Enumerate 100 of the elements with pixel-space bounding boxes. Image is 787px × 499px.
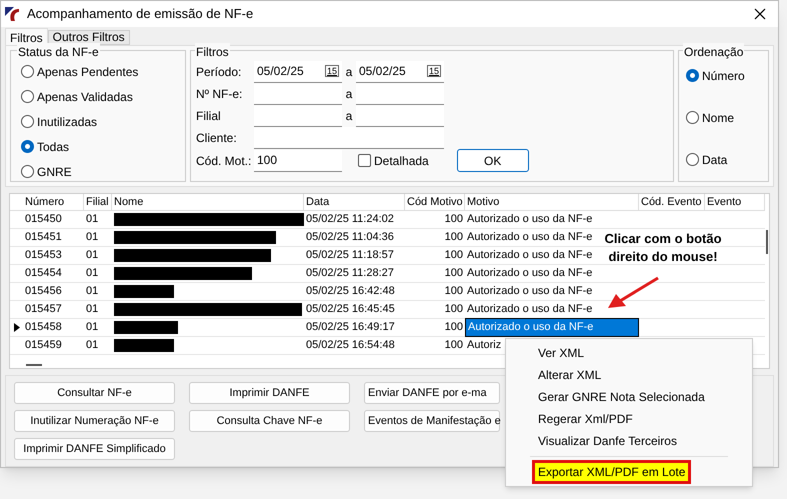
range-separator: a — [344, 86, 354, 103]
table-cell-text: 015453 — [24, 248, 63, 263]
radio-option[interactable]: Data — [686, 150, 768, 169]
table-cell-text: 01 — [85, 266, 100, 281]
calendar-icon[interactable]: 15 — [426, 65, 441, 78]
radio-option[interactable]: GNRE — [21, 162, 185, 181]
table-cell-text: 01 — [85, 320, 100, 335]
table-cell[interactable]: Autorizado o uso da NF-e — [465, 265, 594, 282]
table-cell-text: 05/02/25 16:42:48 — [305, 284, 396, 299]
table-cell-text: 05/02/25 11:04:36 — [305, 230, 395, 245]
action-button[interactable]: Imprimir DANFE — [189, 382, 350, 404]
action-button[interactable]: Inutilizar Numeração NF-e — [14, 410, 175, 432]
input-field[interactable]: 05/02/25 15 — [356, 60, 444, 83]
table-cell-text: 015456 — [24, 284, 63, 299]
menu-item[interactable]: Gerar GNRE Nota Selecionada — [538, 388, 705, 406]
table-cell-text: 100 — [444, 230, 464, 245]
table-cell-text: 100 — [444, 302, 464, 317]
table-cell-text: 01 — [85, 248, 100, 263]
input-field[interactable] — [356, 104, 444, 127]
menu-item[interactable]: Regerar Xml/PDF — [538, 410, 633, 428]
table-cell-text: 015459 — [24, 338, 63, 353]
table-cell[interactable]: Autorizado o uso da NF-e — [465, 318, 639, 336]
action-button[interactable]: Eventos de Manifestação e — [364, 410, 500, 432]
menu-item[interactable]: Exportar XML/PDF em Lote — [535, 463, 688, 481]
table-cell-text: 05/02/25 11:18:57 — [305, 248, 395, 263]
table-cell[interactable]: Autorizado o uso da NF-e — [465, 301, 594, 318]
table-cell-text: 015457 — [24, 302, 63, 317]
redaction-bar — [114, 284, 174, 298]
vertical-scrollbar-thumb[interactable] — [766, 230, 768, 254]
input-field[interactable]: 05/02/25 15 — [254, 60, 342, 83]
radio-option[interactable]: Nome — [686, 108, 768, 127]
table-cell[interactable]: Autorizado o uso da NF-e — [465, 211, 594, 228]
input-field[interactable] — [356, 82, 444, 105]
table-cell-text: 100 — [444, 284, 464, 299]
table-cell-text: 01 — [85, 302, 100, 317]
table-cell-text: 01 — [85, 212, 100, 227]
table-cell-text: 015458 — [24, 320, 63, 335]
field-label: Filial — [196, 108, 222, 125]
column-header[interactable]: Número — [23, 194, 84, 210]
action-button[interactable]: Imprimir DANFE Simplificado — [14, 438, 175, 460]
input-field[interactable] — [254, 126, 444, 149]
radio-option[interactable]: Apenas Pendentes — [21, 62, 185, 81]
window-title: Acompanhamento de emissão de NF-e — [27, 5, 254, 24]
table-cell-text: 015451 — [24, 230, 63, 245]
field-label: Nº NF-e: — [196, 86, 244, 103]
input-field[interactable] — [254, 82, 342, 105]
table-cell-text: 05/02/25 11:28:27 — [305, 266, 395, 281]
radio-option[interactable]: Apenas Validadas — [21, 88, 185, 106]
input-field[interactable]: 100 — [254, 150, 342, 172]
column-header[interactable]: Data — [304, 194, 405, 210]
table-cell-text: 015450 — [24, 212, 63, 227]
table-cell-text: 01 — [85, 338, 100, 353]
menu-item[interactable]: Alterar XML — [538, 366, 602, 384]
calendar-icon[interactable]: 15 — [324, 65, 339, 78]
tab[interactable]: Outros Filtros — [48, 30, 130, 45]
radio-option[interactable]: Número — [686, 66, 768, 85]
radio-option[interactable]: Inutilizadas — [21, 112, 185, 131]
table-cell-text: 01 — [85, 284, 100, 299]
table-cell[interactable]: Autorizado o uso da NF-e — [465, 247, 594, 264]
table-cell[interactable]: Autorizado o uso da NF-e — [465, 283, 594, 300]
column-header[interactable]: Cód Motivo — [405, 194, 465, 210]
table-cell-text: 05/02/25 16:45:45 — [305, 302, 396, 317]
table-cell-text: 05/02/25 16:49:17 — [305, 320, 396, 335]
menu-item[interactable]: Visualizar Danfe Terceiros — [538, 432, 677, 450]
table-cell-text: 05/02/25 11:24:02 — [305, 212, 395, 227]
arrow-icon — [606, 276, 660, 310]
table-cell-text: 015454 — [24, 266, 63, 281]
redaction-bar — [114, 320, 178, 334]
annotation-text: Clicar com o botão direito do mouse! — [603, 230, 723, 266]
column-header[interactable]: Nome — [112, 194, 304, 210]
table-cell[interactable]: Autoriz — [465, 337, 504, 354]
radio-option[interactable]: Todas — [21, 138, 185, 156]
action-button[interactable]: Consultar NF-e — [14, 382, 175, 404]
table-cell-text: 100 — [444, 266, 464, 281]
field-label: Período: — [196, 64, 242, 81]
range-separator: a — [344, 64, 354, 81]
action-button[interactable]: Consulta Chave NF-e — [189, 410, 350, 432]
column-header[interactable]: Evento — [705, 194, 765, 210]
input-field[interactable] — [254, 104, 342, 127]
horizontal-scrollbar-thumb[interactable] — [26, 364, 42, 366]
ok-button[interactable]: OK — [456, 149, 529, 172]
table-cell[interactable]: Autorizado o uso da NF-e — [465, 229, 594, 246]
redaction-bar — [114, 338, 174, 352]
column-header[interactable]: Filial — [84, 194, 112, 210]
table-cell-text: 05/02/25 16:54:48 — [305, 338, 396, 353]
menu-item[interactable]: Ver XML — [538, 344, 584, 362]
action-button[interactable]: Enviar DANFE por e-ma — [364, 382, 500, 404]
app-logo-icon — [5, 6, 21, 21]
table-cell-text: 100 — [444, 320, 464, 335]
close-icon[interactable] — [754, 8, 766, 20]
table-cell-text: 100 — [444, 338, 464, 353]
table-cell-text: 100 — [444, 248, 464, 263]
field-label: Cód. Mot.: — [196, 152, 252, 170]
column-header[interactable]: Cód. Evento — [639, 194, 705, 210]
column-header[interactable]: Motivo — [465, 194, 639, 210]
table-cell-text: 100 — [444, 212, 464, 227]
field-label: Cliente: — [196, 130, 238, 147]
tab[interactable]: Filtros — [5, 28, 48, 45]
table-cell-text: 01 — [85, 230, 100, 245]
checkbox[interactable]: Detalhada — [358, 152, 429, 170]
